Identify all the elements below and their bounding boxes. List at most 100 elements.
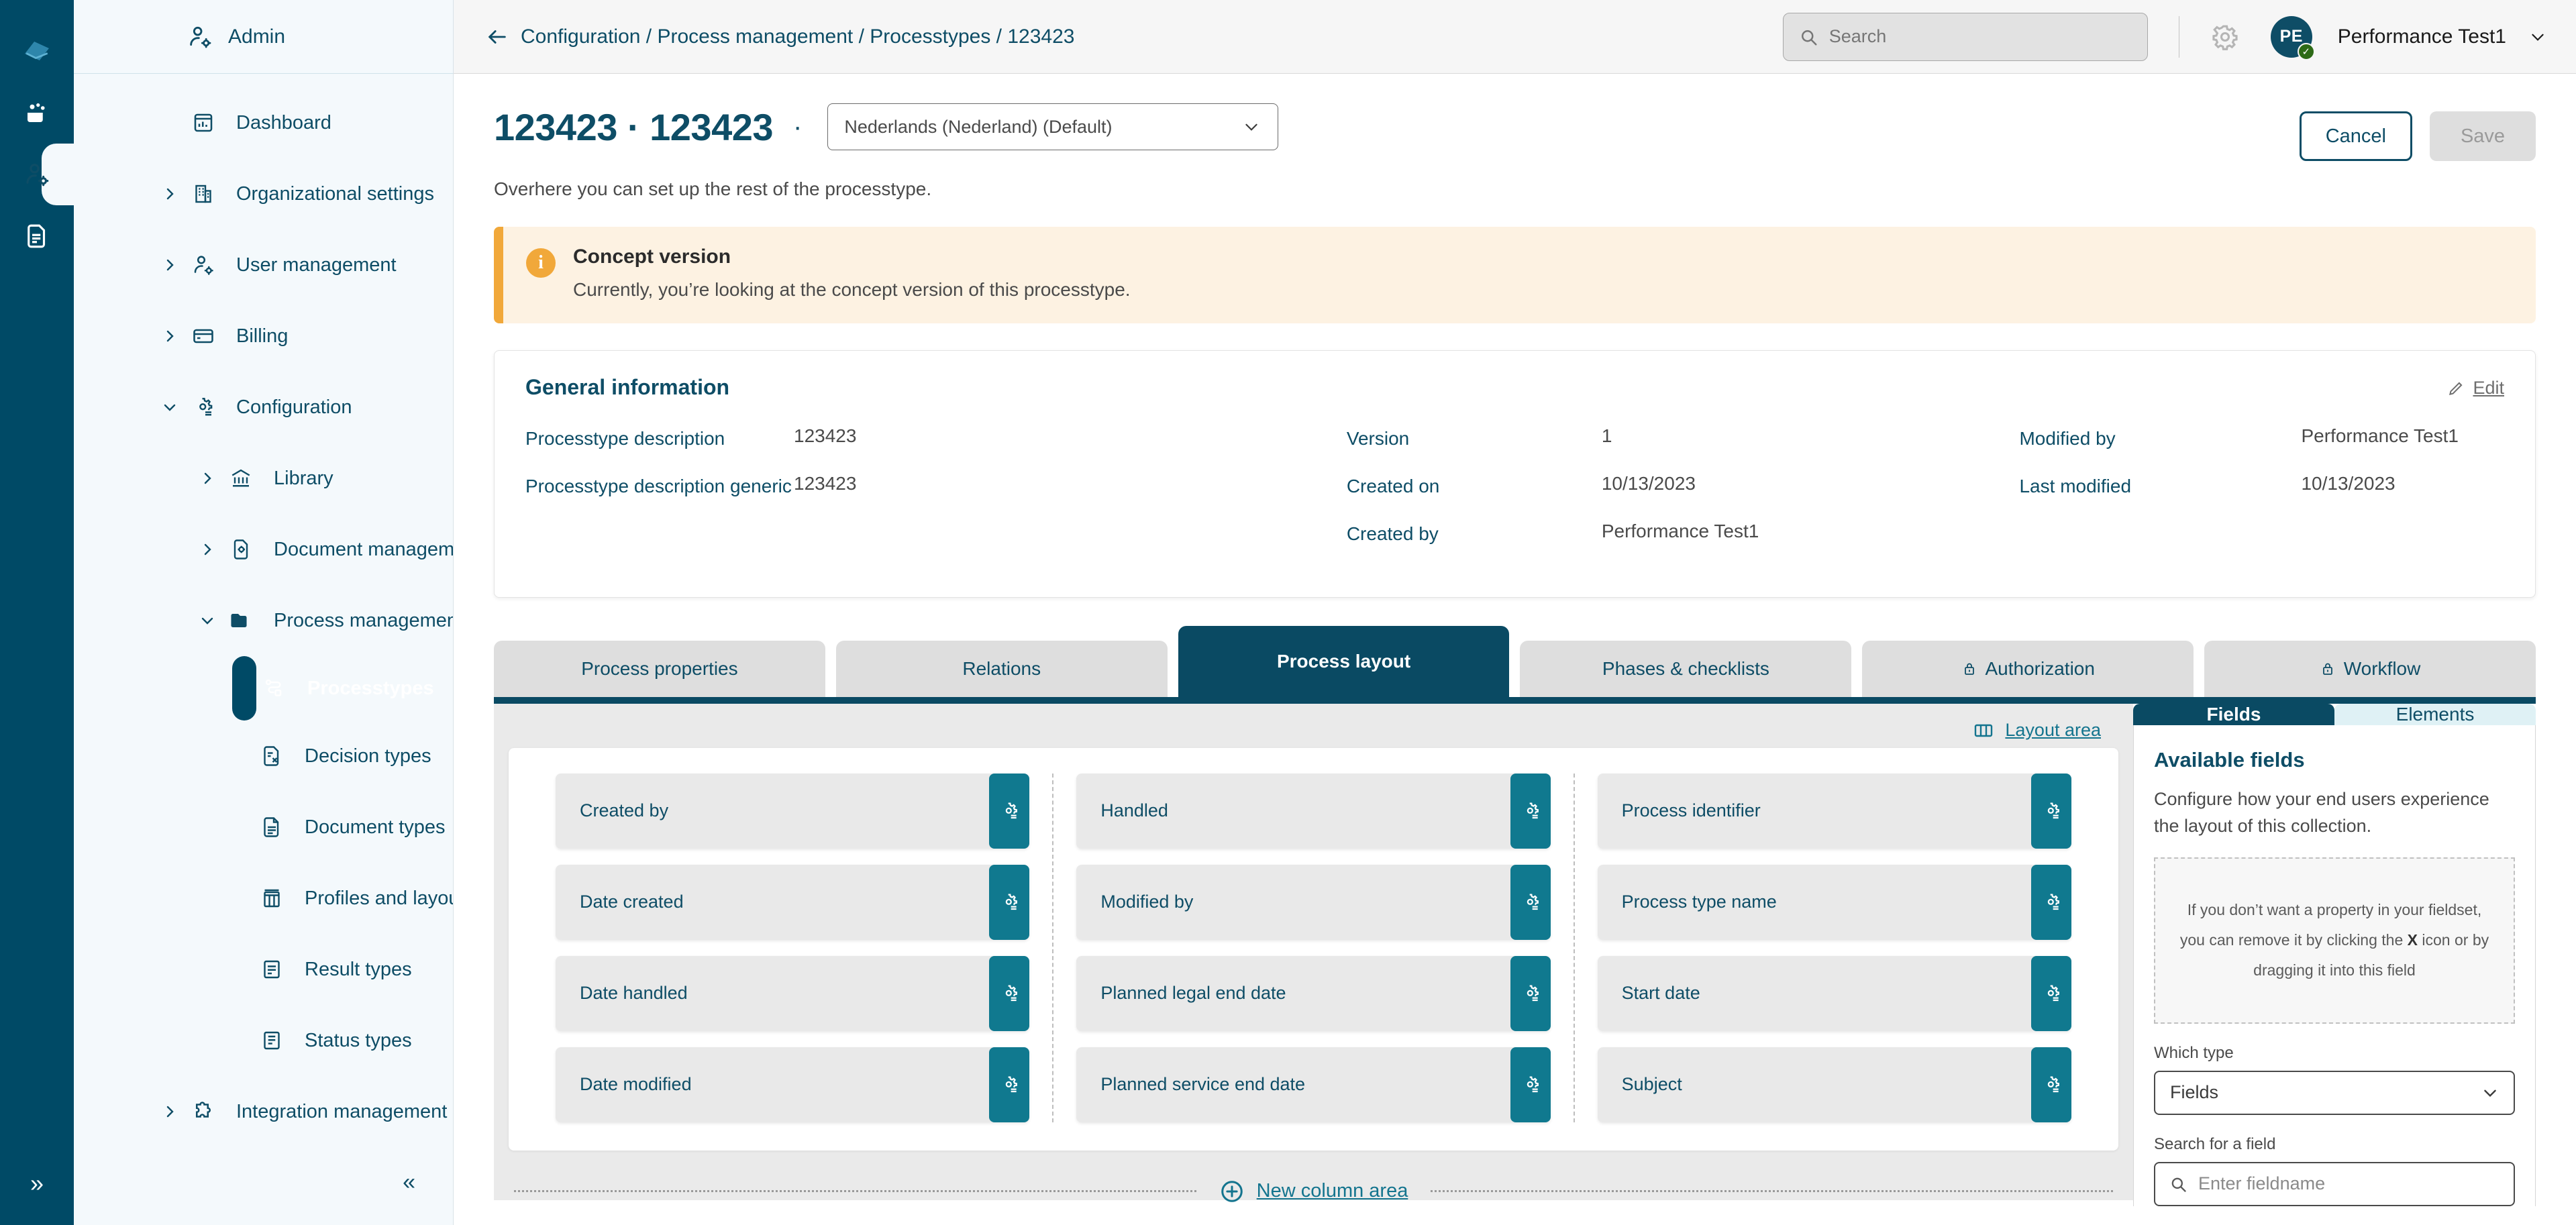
gear-list-icon[interactable] — [2031, 865, 2071, 940]
rail-item-documents[interactable] — [0, 205, 74, 267]
avatar[interactable]: PE ✓ — [2271, 16, 2312, 58]
info-label: Processtype description generic — [525, 473, 794, 499]
fields-panel-body: Available fields Configure how your end … — [2133, 725, 2536, 1206]
sidebar-item-billing[interactable]: Billing — [74, 301, 453, 372]
sidebar-item-profiles-and-layout[interactable]: Profiles and layout — [74, 863, 453, 934]
sidebar-item-processtypes[interactable]: Processtypes — [232, 656, 256, 721]
breadcrumb[interactable]: Configuration / Process management / Pro… — [521, 25, 1074, 48]
save-button[interactable]: Save — [2430, 111, 2536, 161]
field-card[interactable]: Modified by — [1076, 865, 1550, 940]
language-select-value: Nederlands (Nederland) (Default) — [844, 117, 1112, 138]
gear-list-icon[interactable] — [2031, 774, 2071, 849]
gear-list-icon[interactable] — [989, 774, 1029, 849]
layout-area-button[interactable]: Layout area — [1973, 720, 2101, 741]
search-field-input[interactable]: Enter fieldname — [2154, 1162, 2515, 1206]
sidebar-item-decision-types[interactable]: Decision types — [74, 721, 453, 792]
sidebar-item-document-management[interactable]: Document management — [74, 514, 453, 585]
cancel-button[interactable]: Cancel — [2300, 111, 2412, 161]
field-card[interactable]: Date modified — [556, 1047, 1029, 1122]
sidebar-item-status-types[interactable]: Status types — [74, 1005, 453, 1076]
general-information-card: General information Edit Processtype des… — [494, 350, 2536, 598]
field-card[interactable]: Planned service end date — [1076, 1047, 1550, 1122]
chevron-right-icon — [192, 470, 223, 486]
layout-column-2: Handled Modified by — [1052, 774, 1573, 1122]
rail-item-teams[interactable] — [0, 82, 74, 144]
sidebar-item-library[interactable]: Library — [74, 443, 453, 514]
rail-item-logo[interactable] — [0, 20, 74, 82]
tab-authorization[interactable]: Authorization — [1862, 641, 2194, 697]
chevron-down-icon[interactable] — [2529, 28, 2546, 46]
field-card[interactable]: Start date — [1598, 956, 2071, 1031]
tab-workflow[interactable]: Workflow — [2204, 641, 2536, 697]
new-column-area-button[interactable]: New column area — [1196, 1179, 1431, 1204]
search-placeholder: Search — [1829, 26, 1887, 47]
info-label: Processtype description — [525, 425, 794, 451]
tab-process-properties[interactable]: Process properties — [494, 641, 825, 697]
columns-icon — [254, 886, 290, 910]
field-card[interactable]: Date handled — [556, 956, 1029, 1031]
sidebar-item-organizational-settings[interactable]: Organizational settings — [74, 158, 453, 229]
sidebar-item-integration-management[interactable]: Integration management — [74, 1076, 453, 1147]
field-card[interactable]: Date created — [556, 865, 1029, 940]
search-input[interactable]: Search — [1783, 13, 2148, 61]
field-card[interactable]: Created by — [556, 774, 1029, 849]
page-content: 123423 · 123423 · Nederlands (Nederland)… — [454, 74, 2576, 1225]
sidebar-item-label: Profiles and layout — [305, 888, 453, 910]
tab-label: Phases & checklists — [1602, 658, 1769, 680]
gear-list-icon[interactable] — [1510, 774, 1551, 849]
field-card[interactable]: Process type name — [1598, 865, 2071, 940]
sidebar-item-process-management[interactable]: Process management — [74, 585, 453, 656]
info-row: Version 1 — [1347, 425, 2020, 451]
sidebar-item-dashboard[interactable]: Dashboard — [74, 87, 453, 158]
tab-label: Authorization — [1986, 658, 2095, 680]
field-card-label: Subject — [1622, 1074, 1682, 1095]
field-card[interactable]: Subject — [1598, 1047, 2071, 1122]
sidebar-item-label: Dashboard — [236, 112, 331, 134]
which-type-select[interactable]: Fields — [2154, 1071, 2515, 1115]
user-gear-icon — [23, 160, 51, 189]
sidebar-header-label: Admin — [228, 25, 285, 48]
chevron-down-icon — [192, 612, 223, 629]
folder-icon — [223, 608, 259, 633]
rail-expand-button[interactable]: » — [0, 1163, 74, 1204]
panel-tab-label: Fields — [2207, 704, 2261, 725]
rail-item-admin[interactable] — [0, 144, 74, 205]
gear-list-icon[interactable] — [1510, 1047, 1551, 1122]
edit-button[interactable]: Edit — [2447, 378, 2504, 398]
field-card[interactable]: Handled — [1076, 774, 1550, 849]
sidebar-item-configuration[interactable]: Configuration — [74, 372, 453, 443]
general-information-grid: Processtype description 123423 Processty… — [525, 425, 2504, 569]
panel-tab-fields[interactable]: Fields — [2133, 704, 2334, 725]
gear-list-icon[interactable] — [2031, 1047, 2071, 1122]
layout-canvas: Layout area Created by — [494, 704, 2133, 1200]
gear-list-icon[interactable] — [989, 956, 1029, 1031]
field-card[interactable]: Planned legal end date — [1076, 956, 1550, 1031]
title-separator: · — [793, 112, 802, 142]
gear-list-icon[interactable] — [989, 1047, 1029, 1122]
panel-tab-elements[interactable]: Elements — [2334, 704, 2536, 725]
tab-relations[interactable]: Relations — [836, 641, 1168, 697]
app-root: » Admin Dashboard — [0, 0, 2576, 1225]
remove-field-dropzone[interactable]: If you don’t want a property in your fie… — [2154, 857, 2515, 1024]
panel-tab-label: Elements — [2396, 704, 2475, 725]
gear-list-icon[interactable] — [989, 865, 1029, 940]
tab-process-layout[interactable]: Process layout — [1178, 626, 1510, 697]
arrow-left-icon[interactable] — [486, 25, 509, 48]
sidebar-item-document-types[interactable]: Document types — [74, 792, 453, 863]
sidebar-item-result-types[interactable]: Result types — [74, 934, 453, 1005]
gear-list-icon[interactable] — [1510, 956, 1551, 1031]
field-card[interactable]: Process identifier — [1598, 774, 2071, 849]
dropzone-line-2: you can remove it by clicking the X icon… — [2180, 930, 2489, 951]
gear-icon[interactable] — [2210, 22, 2240, 52]
gear-list-icon[interactable] — [2031, 956, 2071, 1031]
field-card-label: Date created — [580, 892, 684, 912]
user-name[interactable]: Performance Test1 — [2338, 25, 2506, 48]
gear-list-icon[interactable] — [1510, 865, 1551, 940]
new-column-area-row: New column area — [509, 1179, 2118, 1204]
language-select[interactable]: Nederlands (Nederland) (Default) — [827, 103, 1278, 150]
sidebar-item-user-management[interactable]: User management — [74, 229, 453, 301]
user-gear-icon — [187, 23, 213, 50]
decision-doc-icon — [254, 744, 290, 768]
sidebar-collapse-button[interactable]: « — [403, 1169, 415, 1195]
tab-phases-checklists[interactable]: Phases & checklists — [1520, 641, 1851, 697]
